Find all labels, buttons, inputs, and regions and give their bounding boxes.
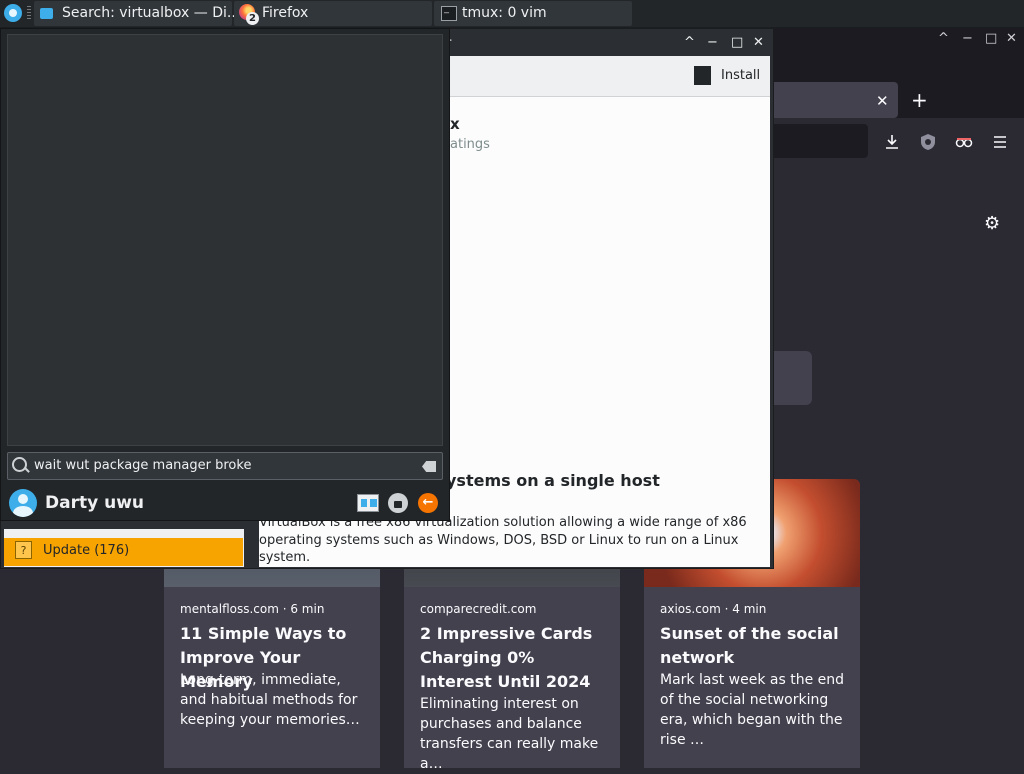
app-name: x [450, 115, 460, 133]
menu-icon[interactable] [991, 133, 1009, 151]
task-dolphin-search[interactable]: Search: virtualbox — Di... [34, 1, 240, 26]
close-button[interactable]: ✕ [753, 35, 764, 50]
update-icon: ? [15, 541, 32, 559]
lock-icon[interactable] [388, 493, 408, 513]
switch-user-icon[interactable] [357, 494, 379, 512]
privacy-extension-icon[interactable] [955, 133, 973, 151]
story-title[interactable]: 2 Impressive Cards Charging 0% Interest … [420, 622, 610, 694]
ratings-link[interactable]: atings [450, 137, 490, 152]
story-source: mentalfloss.com · 6 min [180, 602, 325, 616]
leave-icon[interactable]: ← [418, 493, 438, 513]
story-source: comparecredit.com [420, 602, 537, 616]
app-description: VirtualBox is a free x86 virtualization … [259, 514, 765, 567]
story-card[interactable]: axios.com · 4 min Sunset of the social n… [644, 587, 860, 768]
ublock-origin-icon[interactable] [919, 133, 937, 151]
maximize-button[interactable]: □ [731, 35, 743, 50]
story-title[interactable]: Sunset of the social network [660, 622, 850, 670]
search-results-view [7, 34, 443, 446]
search-icon [12, 457, 27, 472]
install-button[interactable]: Install [721, 68, 760, 83]
firefox-minimize-button[interactable]: − [962, 31, 973, 46]
firefox-maximize-button[interactable]: □ [985, 31, 997, 46]
story-excerpt: Eliminating interest on purchases and ba… [420, 696, 599, 772]
firefox-collapse-button[interactable]: ^ [938, 31, 949, 46]
story-excerpt: Mark last week as the end of the social … [660, 672, 845, 748]
install-icon[interactable] [694, 66, 711, 85]
avatar[interactable] [9, 489, 37, 517]
story-card[interactable]: comparecredit.com 2 Impressive Cards Cha… [404, 587, 620, 772]
story-excerpt: Long-term, immediate, and habitual metho… [180, 672, 360, 728]
downloads-icon[interactable] [883, 133, 901, 151]
application-launcher-icon[interactable] [4, 4, 22, 22]
task-label: Search: virtualbox — Di... [62, 5, 241, 21]
firefox-close-button[interactable]: ✕ [1006, 31, 1017, 46]
task-terminal[interactable]: tmux: 0 vim [434, 1, 632, 26]
terminal-icon [441, 3, 457, 21]
taskbar-separator-handle[interactable] [27, 6, 31, 21]
task-firefox[interactable]: 2 Firefox [234, 1, 432, 26]
gear-icon[interactable]: ⚙ [984, 213, 1000, 234]
search-input-value[interactable]: wait wut package manager broke [34, 458, 251, 473]
sidebar-item-label: Update (176) [43, 543, 130, 558]
story-source: axios.com · 4 min [660, 602, 767, 616]
app-headline: ystems on a single host [446, 471, 660, 490]
story-card[interactable]: mentalfloss.com · 6 min 11 Simple Ways t… [164, 587, 380, 768]
window-count-badge: 2 [246, 12, 259, 25]
new-tab-button[interactable]: + [911, 88, 928, 112]
folder-icon [40, 8, 53, 19]
tab-close-button[interactable]: ✕ [876, 92, 889, 110]
task-label: tmux: 0 vim [462, 5, 547, 21]
collapse-button[interactable]: ^ [684, 35, 695, 50]
task-label: Firefox [262, 5, 309, 21]
user-name: Darty uwu [45, 493, 145, 513]
minimize-button[interactable]: − [707, 35, 718, 50]
app-details [450, 97, 770, 567]
